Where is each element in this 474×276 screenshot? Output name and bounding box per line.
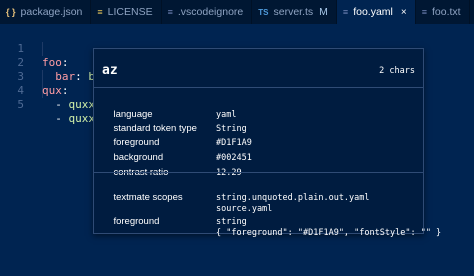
inspector-row-language: language yaml (113, 109, 237, 120)
inspector-row-contrast: contrast ratio12.29 (113, 167, 242, 178)
indent-guide (42, 42, 43, 56)
tab-server-ts[interactable]: TS server.ts M (252, 0, 337, 24)
file-icon: ≡ (421, 7, 427, 17)
tab-foo-txt[interactable]: ≡ foo.txt (416, 0, 470, 24)
yaml-key: qux (42, 84, 62, 97)
tab-label: package.json (20, 6, 83, 18)
inspector-row-scopes: textmate scopes string.unquoted.plain.out… (113, 192, 370, 203)
code-line: 2 bar: baz (0, 42, 109, 83)
json-file-icon: { } (6, 7, 16, 17)
tab-label: .vscodeignore (177, 6, 244, 18)
tab-foo-yaml[interactable]: ≡ foo.yaml × (336, 0, 416, 24)
inspector-row-theme-rule: { "foreground": "#D1F1A9", "fontStyle": … (216, 228, 442, 238)
tab-package-json[interactable]: { } package.json (0, 0, 92, 24)
license-file-icon: ≡ (97, 7, 103, 17)
token-inspector-hover: az 2 chars language yaml standard token t… (93, 48, 442, 238)
inspector-row-scope-2: source.yaml (216, 204, 273, 214)
line-number: 5 (17, 98, 24, 111)
hover-char-count: 2 chars (379, 66, 415, 76)
code-line: 5 - quxxx (0, 84, 101, 125)
yaml-key: bar (55, 70, 76, 83)
inspector-row-token-type: standard token type String (113, 123, 247, 134)
hover-token: az (102, 63, 118, 78)
modified-indicator: M (319, 6, 328, 18)
yaml-value: quxx (68, 98, 96, 111)
tab-label: foo.yaml (353, 6, 393, 18)
code-line: 1 foo: (0, 28, 68, 69)
divider (94, 87, 423, 88)
tab-vscodeignore[interactable]: ≡ .vscodeignore (162, 0, 253, 24)
tab-bar: { } package.json ≡ LICENSE ≡ .vscodeigno… (0, 0, 474, 24)
yaml-key: foo (42, 56, 62, 69)
code-line: 3 qux: (0, 56, 68, 97)
tab-label: foo.txt (431, 6, 461, 18)
tab-label: server.ts (273, 6, 314, 18)
code-line: 4 - quxx (0, 70, 95, 111)
file-icon: ≡ (342, 7, 349, 17)
close-icon[interactable]: × (401, 7, 407, 18)
tab-license[interactable]: ≡ LICENSE (91, 0, 162, 24)
inspector-row-background: background #002451 (113, 152, 252, 163)
divider (94, 172, 423, 173)
file-icon: ≡ (167, 7, 173, 17)
typescript-file-icon: TS (258, 7, 269, 17)
inspector-row-foreground: foreground #D1F1A9 (113, 137, 252, 148)
tab-label: LICENSE (107, 6, 153, 18)
